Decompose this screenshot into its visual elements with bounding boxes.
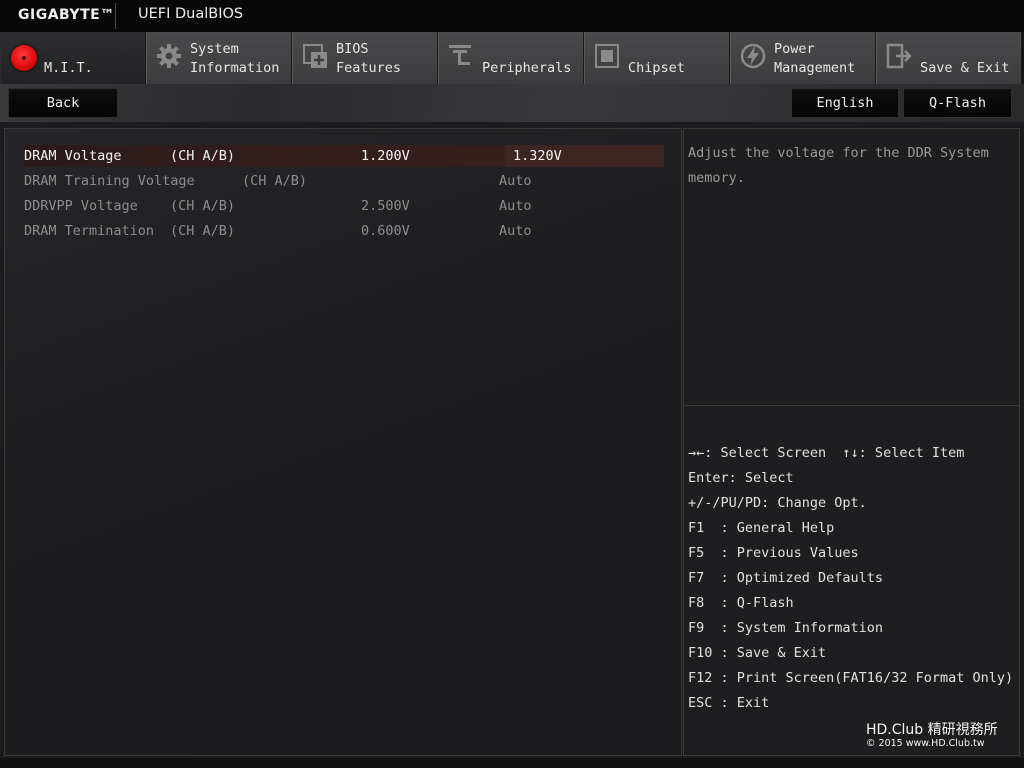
watermark-url: © 2015 www.HD.Club.tw bbox=[866, 738, 985, 749]
setting-value[interactable]: Auto bbox=[499, 195, 532, 217]
key-legend: →←: Select Screen ↑↓: Select Item Enter:… bbox=[688, 441, 1018, 716]
setting-channel: (CH A/B) bbox=[170, 148, 236, 164]
tab-mit[interactable]: M.I.T. bbox=[0, 32, 146, 84]
watermark-title: HD.Club 精研視務所 bbox=[866, 722, 998, 738]
tab-label: Save & Exit bbox=[920, 60, 1010, 76]
setting-dram-termination[interactable]: DRAM Termination (CH A/B) 0.600V Auto bbox=[24, 220, 664, 242]
setting-channel: (CH A/B) bbox=[242, 173, 308, 189]
watermark: HD.Club 精研視務所 © 2015 www.HD.Club.tw bbox=[866, 722, 1016, 750]
setting-name: DRAM Voltage bbox=[24, 148, 122, 164]
header-divider bbox=[115, 3, 116, 29]
key-hint: F7 : Optimized Defaults bbox=[688, 570, 884, 586]
key-hint: F9 : System Information bbox=[688, 620, 884, 636]
tab-save-exit[interactable]: Save & Exit bbox=[876, 32, 1022, 84]
setting-value[interactable]: Auto bbox=[499, 170, 532, 192]
setting-current-value: 1.200V bbox=[361, 148, 410, 164]
qflash-button[interactable]: Q-Flash bbox=[903, 88, 1012, 118]
setting-name: DRAM Training Voltage bbox=[24, 173, 195, 189]
setting-dram-voltage[interactable]: DRAM Voltage (CH A/B) 1.200V 1.320V bbox=[24, 145, 664, 167]
exit-door-icon bbox=[886, 43, 912, 69]
setting-current-value: 0.600V bbox=[361, 223, 410, 239]
tab-label: BIOS Features bbox=[336, 41, 402, 76]
key-hint: F1 : General Help bbox=[688, 520, 835, 536]
language-button[interactable]: English bbox=[791, 88, 899, 118]
key-hint: F12 : Print Screen(FAT16/32 Format Only) bbox=[688, 670, 1014, 686]
tab-label: Chipset bbox=[628, 60, 685, 76]
power-icon bbox=[740, 43, 766, 69]
toolbar: Back English Q-Flash bbox=[0, 84, 1024, 122]
brand-logo: GIGABYTE™ bbox=[18, 7, 115, 23]
key-hint: Enter: Select bbox=[688, 470, 794, 486]
key-hint: +/-/PU/PD: Change Opt. bbox=[688, 495, 867, 511]
main-tabs: M.I.T. System Information BIOS Features bbox=[0, 32, 1024, 84]
product-title: UEFI DualBIOS bbox=[138, 6, 244, 22]
setting-ddrvpp-voltage[interactable]: DDRVPP Voltage (CH A/B) 2.500V Auto bbox=[24, 195, 664, 217]
tab-system-information[interactable]: System Information bbox=[146, 32, 292, 84]
tab-peripherals[interactable]: Peripherals bbox=[438, 32, 584, 84]
setting-name: DRAM Termination bbox=[24, 223, 155, 239]
setting-name: DDRVPP Voltage bbox=[24, 198, 138, 214]
side-divider bbox=[684, 405, 1019, 406]
gear-icon bbox=[157, 44, 181, 68]
setting-channel: (CH A/B) bbox=[170, 198, 236, 214]
tab-label: Power Management bbox=[774, 41, 856, 76]
setting-dram-training-voltage[interactable]: DRAM Training Voltage (CH A/B) Auto bbox=[24, 170, 664, 192]
peripherals-icon bbox=[449, 45, 471, 65]
tab-bios-features[interactable]: BIOS Features bbox=[292, 32, 438, 84]
tab-label: Peripherals bbox=[482, 60, 572, 76]
setting-value[interactable]: 1.320V bbox=[513, 145, 562, 167]
tab-label: System Information bbox=[190, 41, 280, 76]
tab-chipset[interactable]: Chipset bbox=[584, 32, 730, 84]
bios-chip-icon bbox=[303, 44, 327, 68]
key-hint: F8 : Q-Flash bbox=[688, 595, 794, 611]
key-hint: F5 : Previous Values bbox=[688, 545, 859, 561]
top-header: GIGABYTE™ UEFI DualBIOS bbox=[0, 0, 1024, 33]
bottom-strip bbox=[0, 758, 1024, 768]
setting-channel: (CH A/B) bbox=[170, 223, 236, 239]
tab-power-management[interactable]: Power Management bbox=[730, 32, 876, 84]
key-hint: F10 : Save & Exit bbox=[688, 645, 827, 661]
settings-panel: DRAM Voltage (CH A/B) 1.200V 1.320V DRAM… bbox=[4, 128, 682, 756]
help-text: Adjust the voltage for the DDR System me… bbox=[688, 145, 989, 186]
setting-current-value: 2.500V bbox=[361, 198, 410, 214]
key-hint: ESC : Exit bbox=[688, 695, 770, 711]
chipset-icon bbox=[595, 44, 619, 68]
setting-value[interactable]: Auto bbox=[499, 220, 532, 242]
tab-label: M.I.T. bbox=[44, 60, 93, 76]
key-hint: →←: Select Screen ↑↓: Select Item bbox=[688, 445, 965, 461]
back-button[interactable]: Back bbox=[8, 88, 118, 118]
mit-red-dot-icon bbox=[11, 45, 37, 71]
help-side-panel: Adjust the voltage for the DDR System me… bbox=[683, 128, 1020, 756]
